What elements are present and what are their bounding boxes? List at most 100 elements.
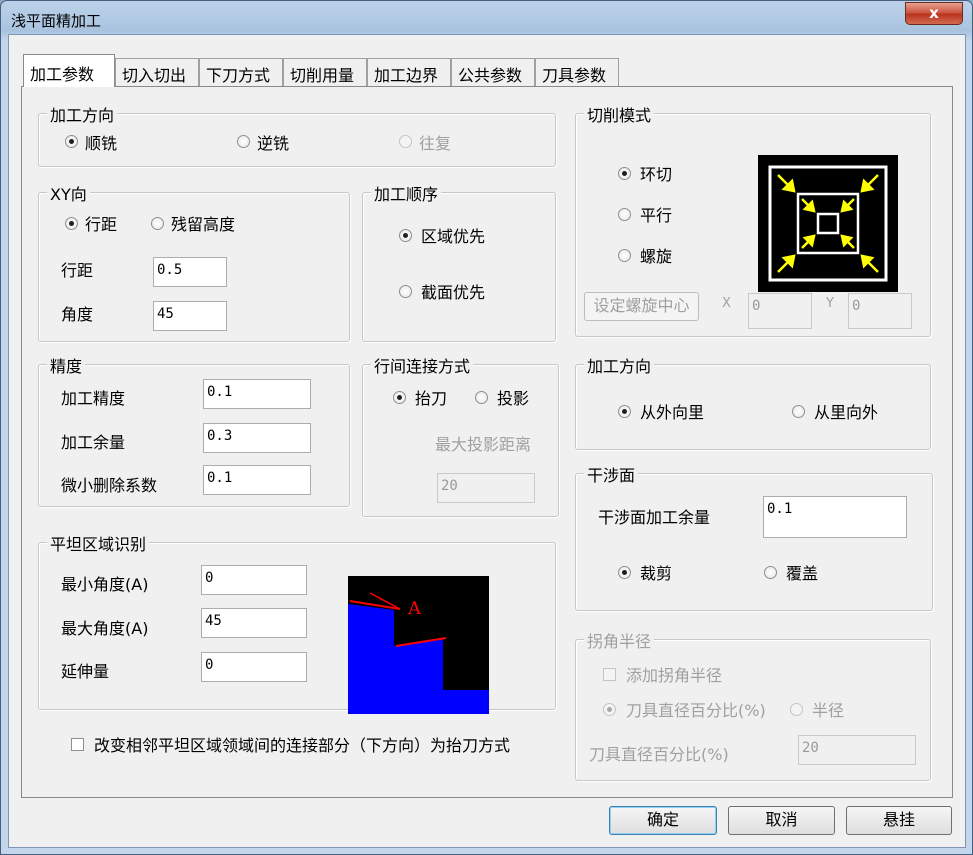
close-button[interactable]: x xyxy=(905,2,963,25)
radius-label: 半径 xyxy=(812,701,845,720)
cut-mode-title: 切削模式 xyxy=(584,102,655,126)
conventional-radio[interactable] xyxy=(237,135,250,148)
min-angle-input[interactable]: 0 xyxy=(201,565,307,595)
zigzag-radio xyxy=(399,135,412,148)
interference-allowance-input[interactable]: 0.1 xyxy=(763,496,907,538)
inside-out-label[interactable]: 从里向外 xyxy=(814,399,878,423)
corner-radius-group: 拐角半径 添加拐角半径 刀具直径百分比(%) 半径 刀具直径百分比(%) 20 xyxy=(575,628,931,781)
close-icon[interactable]: x xyxy=(929,4,939,22)
machining-order-title: 加工顺序 xyxy=(371,181,442,205)
ok-button[interactable]: 确定 xyxy=(609,806,717,835)
retract-connection-label[interactable]: 改变相邻平坦区域领域间的连接部分（下方向）为抬刀方式 xyxy=(94,732,510,756)
step-over-label: 行距 xyxy=(61,261,94,280)
spiral-radio[interactable] xyxy=(618,249,631,262)
override-label[interactable]: 覆盖 xyxy=(786,560,818,584)
tab-common-params[interactable]: 公共参数 xyxy=(451,58,535,86)
spiral-y-label: Y xyxy=(826,296,834,311)
conventional-label[interactable]: 逆铣 xyxy=(257,130,289,154)
trim-label[interactable]: 裁剪 xyxy=(640,560,672,584)
hang-button[interactable]: 悬挂 xyxy=(846,806,952,835)
retract-label[interactable]: 抬刀 xyxy=(415,385,447,409)
tab-lead-in-out[interactable]: 切入切出 xyxy=(115,58,199,86)
machining-direction-group: 加工方向 顺铣 逆铣 往复 xyxy=(38,102,556,167)
climb-label[interactable]: 顺铣 xyxy=(85,130,117,154)
inside-out-radio[interactable] xyxy=(792,405,805,418)
trim-radio[interactable] xyxy=(618,566,631,579)
step-over-radio[interactable] xyxy=(65,217,78,230)
tab-machining-params[interactable]: 加工参数 xyxy=(23,54,115,87)
tab-panel: 加工方向 顺铣 逆铣 往复 XY向 行距 残留高度 行距 0.5 角度 45 加… xyxy=(21,86,953,798)
tab-machining-boundary[interactable]: 加工边界 xyxy=(367,58,451,86)
step-over-input[interactable]: 0.5 xyxy=(153,257,227,287)
retract-connection-checkbox[interactable] xyxy=(71,738,84,751)
tab-cutting-amount[interactable]: 切削用量 xyxy=(283,58,367,86)
add-corner-radius-label: 添加拐角半径 xyxy=(626,666,723,685)
scallop-height-label[interactable]: 残留高度 xyxy=(171,211,235,235)
tab-plunge-mode[interactable]: 下刀方式 xyxy=(199,58,283,86)
interference-allowance-label: 干涉面加工余量 xyxy=(598,508,711,527)
tab-tool-params[interactable]: 刀具参数 xyxy=(535,58,619,86)
max-project-distance-label: 最大投影距离 xyxy=(435,435,532,454)
cut-mode-preview xyxy=(758,155,898,292)
zigzag-label: 往复 xyxy=(419,134,452,153)
corner-radius-title: 拐角半径 xyxy=(584,628,655,652)
stock-label: 加工余量 xyxy=(61,433,126,452)
outside-in-label[interactable]: 从外向里 xyxy=(640,399,704,423)
step-over-option-label[interactable]: 行距 xyxy=(85,211,117,235)
override-radio[interactable] xyxy=(764,566,777,579)
outside-in-radio[interactable] xyxy=(618,405,631,418)
spiral-label[interactable]: 螺旋 xyxy=(640,243,672,267)
interference-title: 干涉面 xyxy=(584,462,639,486)
project-label[interactable]: 投影 xyxy=(497,385,529,409)
tool-diameter-pct-radio xyxy=(603,703,616,716)
project-radio[interactable] xyxy=(475,391,488,404)
precision-group: 精度 加工精度 0.1 加工余量 0.3 微小删除系数 0.1 xyxy=(38,353,350,507)
extension-label: 延伸量 xyxy=(61,662,110,681)
region-first-label[interactable]: 区域优先 xyxy=(421,223,485,247)
min-delete-factor-label: 微小删除系数 xyxy=(61,476,158,495)
dialog-client: 加工参数 切入切出 下刀方式 切削用量 加工边界 公共参数 刀具参数 加工方向 … xyxy=(8,34,966,848)
row-link-title: 行间连接方式 xyxy=(371,353,474,377)
contour-pattern-illustration xyxy=(768,165,888,282)
scallop-height-radio[interactable] xyxy=(151,217,164,230)
section-first-radio[interactable] xyxy=(399,285,412,298)
section-first-label[interactable]: 截面优先 xyxy=(421,279,485,303)
xy-direction-title: XY向 xyxy=(47,181,90,205)
row-link-group: 行间连接方式 抬刀 投影 最大投影距离 20 xyxy=(362,353,559,517)
flat-area-illustration: A xyxy=(348,592,489,714)
parallel-label[interactable]: 平行 xyxy=(640,202,672,226)
extension-input[interactable]: 0 xyxy=(201,652,307,682)
tolerance-input[interactable]: 0.1 xyxy=(203,379,311,409)
max-angle-label: 最大角度(A) xyxy=(61,619,149,638)
cancel-button[interactable]: 取消 xyxy=(728,806,835,835)
spiral-y-input: 0 xyxy=(848,293,912,329)
retract-radio[interactable] xyxy=(393,391,406,404)
dialog-window: 浅平面精加工 x 加工参数 切入切出 下刀方式 切削用量 加工边界 公共参数 刀… xyxy=(0,0,973,855)
max-project-distance-input: 20 xyxy=(437,473,535,503)
tolerance-label: 加工精度 xyxy=(61,389,126,408)
flat-area-diagram: A xyxy=(348,576,489,714)
title-bar[interactable]: 浅平面精加工 x xyxy=(1,1,972,35)
min-delete-factor-input[interactable]: 0.1 xyxy=(203,465,311,495)
xy-direction-group: XY向 行距 残留高度 行距 0.5 角度 45 xyxy=(38,181,350,342)
tool-diameter-pct-option-label: 刀具直径百分比(%) xyxy=(626,701,766,720)
tool-diameter-pct-input: 20 xyxy=(798,735,916,765)
tool-diameter-pct-label: 刀具直径百分比(%) xyxy=(589,745,729,764)
region-first-radio[interactable] xyxy=(399,229,412,242)
window-title: 浅平面精加工 xyxy=(11,12,102,30)
contour-radio[interactable] xyxy=(618,167,631,180)
stock-input[interactable]: 0.3 xyxy=(203,423,311,453)
set-spiral-center-button: 设定螺旋中心 xyxy=(584,292,699,321)
machining-order-group: 加工顺序 区域优先 截面优先 xyxy=(362,181,556,342)
precision-title: 精度 xyxy=(47,353,86,377)
parallel-radio[interactable] xyxy=(618,208,631,221)
spiral-x-input: 0 xyxy=(748,293,812,329)
climb-radio[interactable] xyxy=(65,135,78,148)
contour-label[interactable]: 环切 xyxy=(640,161,672,185)
max-angle-input[interactable]: 45 xyxy=(201,608,307,638)
angle-label: 角度 xyxy=(61,305,94,324)
flat-area-angle-label: A xyxy=(407,598,422,619)
machining-direction-title: 加工方向 xyxy=(47,102,118,126)
process-direction-group: 加工方向 从外向里 从里向外 xyxy=(575,353,931,450)
angle-input[interactable]: 45 xyxy=(153,301,227,331)
